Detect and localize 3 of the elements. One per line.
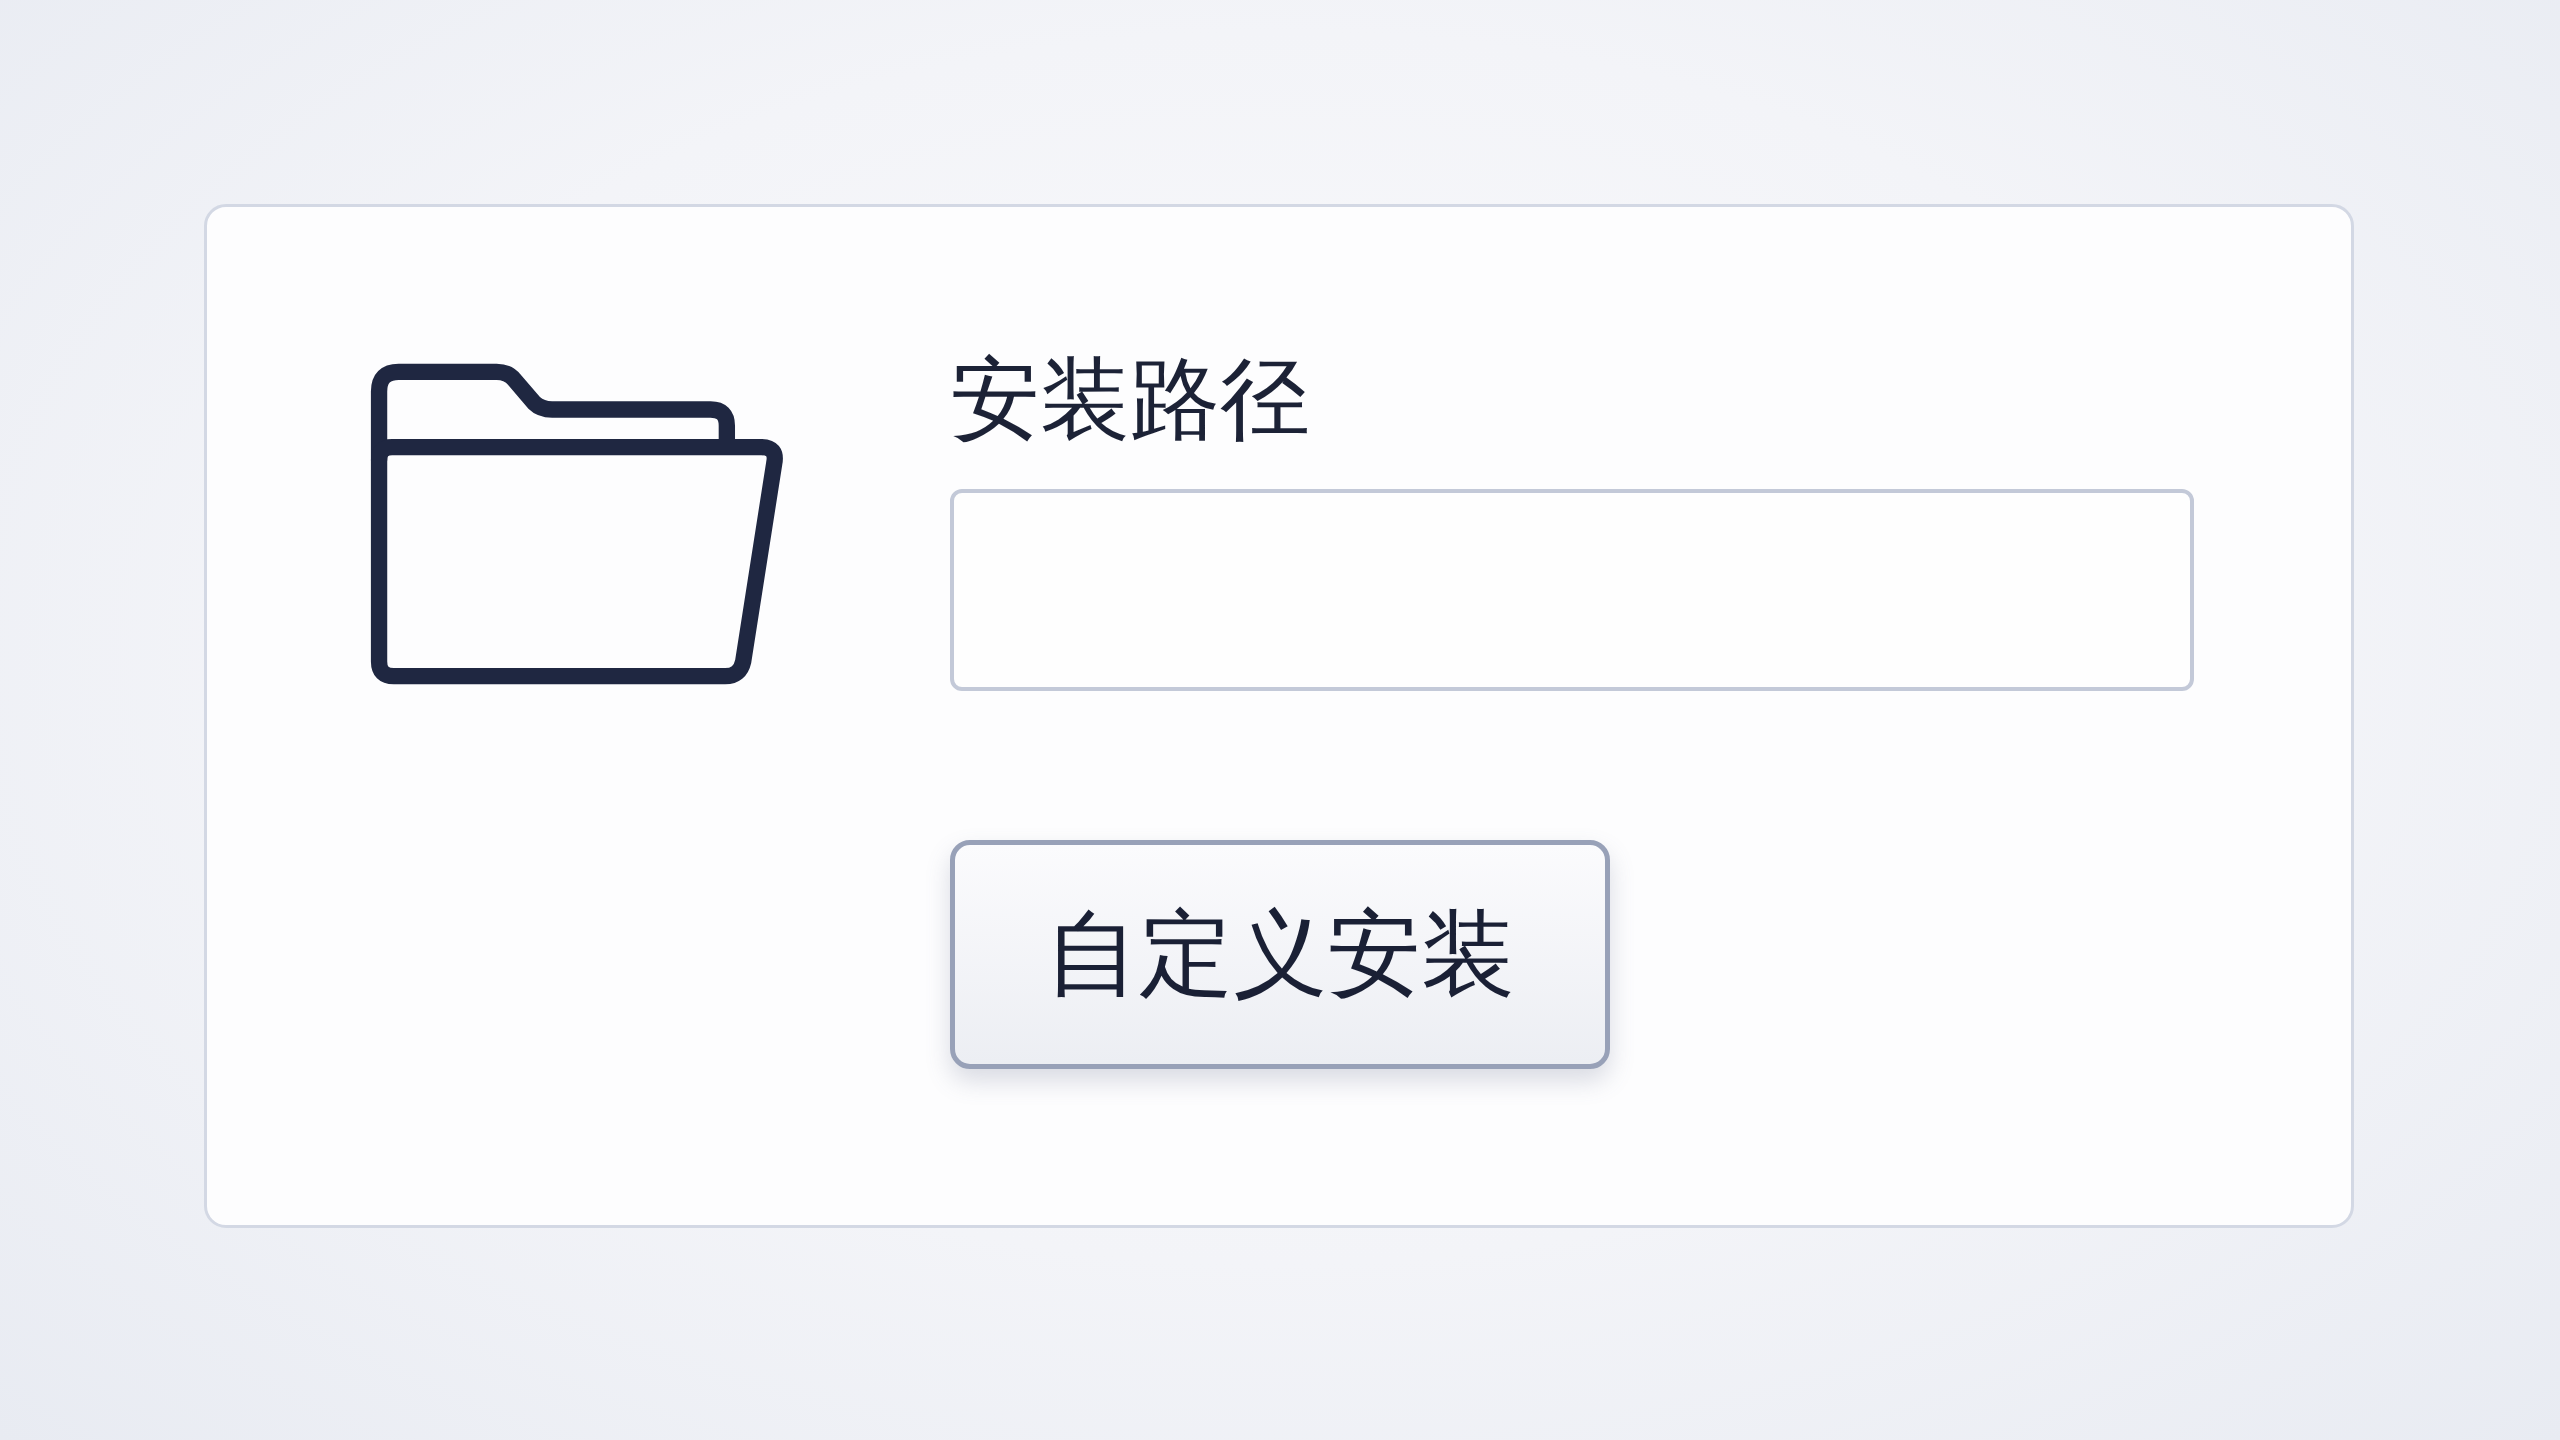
install-path-input[interactable] bbox=[950, 489, 2194, 691]
install-path-label: 安装路径 bbox=[950, 345, 1310, 453]
custom-install-button[interactable]: 自定义安装 bbox=[950, 840, 1610, 1069]
